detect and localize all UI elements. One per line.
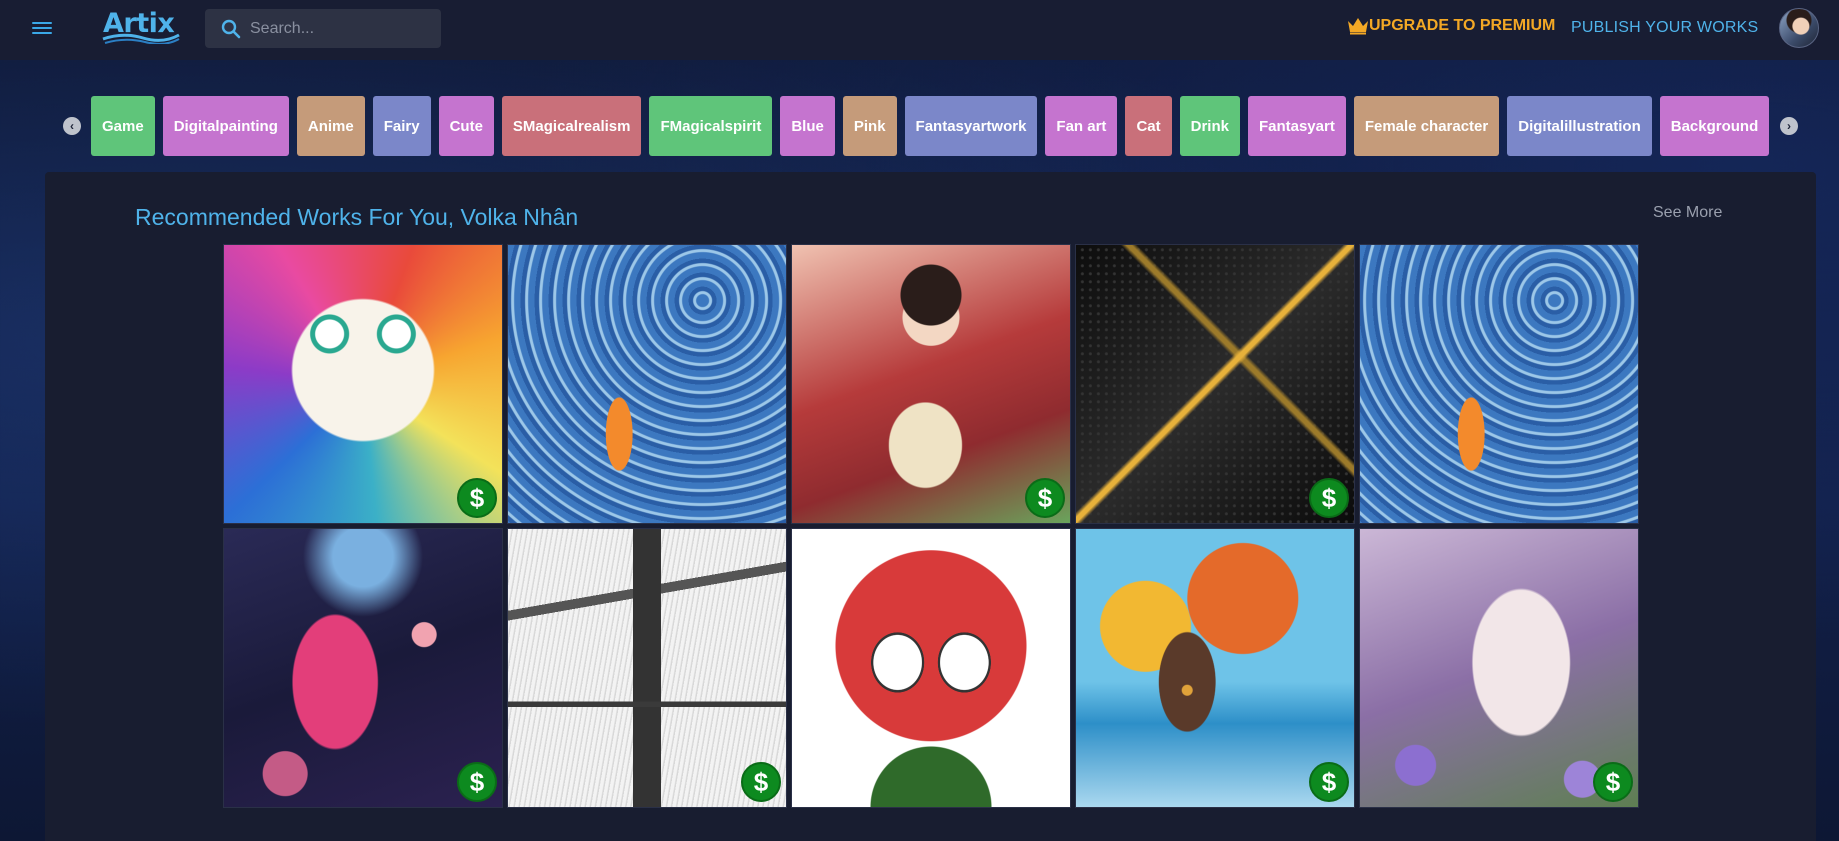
artwork-card[interactable]: $ [507, 528, 787, 808]
dollar-price-icon: $ [741, 762, 781, 802]
artwork-thumbnail [792, 529, 1070, 807]
tag-chip[interactable]: Fairy [372, 96, 431, 156]
artwork-card[interactable]: $ [223, 528, 503, 808]
tag-chip[interactable]: Digitalpainting [162, 96, 289, 156]
tag-viewport: Game Digitalpainting Anime Fairy Cute SMagica… [91, 96, 1773, 156]
artix-logo[interactable]: Artix [99, 8, 181, 44]
chevron-left-icon[interactable]: ‹ [63, 117, 81, 135]
search-box[interactable] [205, 9, 441, 48]
publish-works-link[interactable]: PUBLISH YOUR WORKS [1571, 19, 1758, 37]
tag-chip[interactable]: Blue [780, 96, 835, 156]
artwork-thumbnail [508, 245, 786, 523]
artwork-thumbnail [1076, 245, 1354, 523]
tag-chip[interactable]: Digitalillustration [1507, 96, 1652, 156]
upgrade-label: UPGRADE TO PREMIUM [1369, 17, 1556, 34]
artwork-thumbnail [792, 245, 1070, 523]
dollar-price-icon: $ [1593, 762, 1633, 802]
artwork-thumbnail [1360, 245, 1638, 523]
tag-chip[interactable]: Fantasyartwork [904, 96, 1038, 156]
crown-icon [1348, 18, 1368, 35]
chevron-right-icon[interactable]: › [1780, 117, 1798, 135]
dollar-price-icon: $ [457, 762, 497, 802]
search-icon [221, 19, 241, 38]
tag-chip[interactable]: Cat [1125, 96, 1172, 156]
tag-chip[interactable]: FMagicalspirit [649, 96, 773, 156]
tag-list: Game Digitalpainting Anime Fairy Cute SMagica… [91, 96, 1773, 156]
artwork-card[interactable] [791, 528, 1071, 808]
tag-chip[interactable]: Fantasyart [1247, 96, 1346, 156]
tag-carousel: ‹ Game Digitalpainting Anime Fairy Cute SMagi… [60, 96, 1798, 156]
see-more-link[interactable]: See More [1653, 204, 1722, 222]
artwork-thumbnail [224, 245, 502, 523]
dollar-price-icon: $ [1025, 478, 1065, 518]
top-navigation-bar: Artix UPGRADE TO PREMIUM PUBLISH YOUR WO… [0, 0, 1839, 60]
tag-chip[interactable]: Game [91, 96, 155, 156]
artwork-card[interactable] [1359, 244, 1639, 524]
dollar-price-icon: $ [1309, 762, 1349, 802]
artwork-thumbnail [1360, 529, 1638, 807]
tag-chip[interactable]: Female character [1353, 96, 1500, 156]
works-grid: $ $ $ $ $ $ $ [223, 244, 1639, 808]
logo-wave-icon [102, 33, 180, 44]
artwork-card[interactable]: $ [1359, 528, 1639, 808]
artwork-card[interactable] [507, 244, 787, 524]
tag-chip[interactable]: Cute [438, 96, 494, 156]
artwork-card[interactable]: $ [223, 244, 503, 524]
upgrade-premium-link[interactable]: UPGRADE TO PREMIUM [1347, 17, 1555, 35]
dollar-price-icon: $ [457, 478, 497, 518]
hamburger-menu-icon[interactable] [32, 19, 52, 39]
tag-chip[interactable]: Pink [842, 96, 897, 156]
artwork-thumbnail [508, 529, 786, 807]
section-title: Recommended Works For You, Volka Nhân [135, 204, 579, 230]
dollar-price-icon: $ [1309, 478, 1349, 518]
tag-chip[interactable]: Fan art [1045, 96, 1118, 156]
search-input[interactable] [250, 19, 420, 38]
user-avatar[interactable] [1779, 8, 1819, 48]
tag-chip[interactable]: Anime [296, 96, 365, 156]
artwork-card[interactable]: $ [1075, 244, 1355, 524]
tag-chip[interactable]: Background [1659, 96, 1770, 156]
artwork-thumbnail [1076, 529, 1354, 807]
artwork-card[interactable]: $ [791, 244, 1071, 524]
tag-chip[interactable]: Drink [1179, 96, 1240, 156]
tag-chip[interactable]: SMagicalrealism [501, 96, 642, 156]
artwork-thumbnail [224, 529, 502, 807]
artwork-card[interactable]: $ [1075, 528, 1355, 808]
